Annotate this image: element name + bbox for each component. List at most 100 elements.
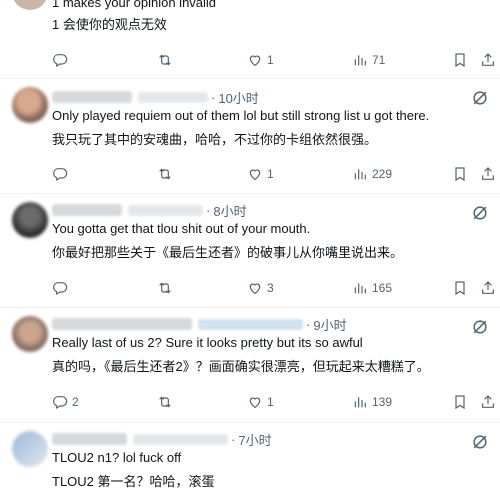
like-button[interactable]: 1: [247, 51, 274, 69]
reply-text-zh: 你最好把那些关于《最后生还者》的破事儿从你嘴里说出来。: [52, 245, 404, 260]
timestamp[interactable]: 7小时: [238, 430, 271, 449]
author-handle[interactable]: [198, 318, 303, 330]
reply-icon: [53, 54, 68, 68]
avatar[interactable]: [12, 0, 48, 10]
reply-text-en: Only played requiem out of them lol but …: [52, 108, 430, 123]
heart-icon: [249, 283, 261, 295]
views-button[interactable]: 165: [352, 279, 392, 297]
bookmark-button[interactable]: [452, 51, 468, 69]
heart-icon: [249, 55, 261, 67]
heart-icon: [249, 397, 261, 409]
like-button[interactable]: 1: [247, 165, 274, 183]
views-icon: [354, 169, 366, 180]
reply-partial[interactable]: 1 makes your opinion invalid 1 会使你的观点无效 …: [0, 0, 500, 70]
views-icon: [354, 283, 366, 294]
reply-text-en: Really last of us 2? Sure it looks prett…: [52, 335, 363, 350]
reply-button[interactable]: [52, 51, 68, 69]
reply-button[interactable]: 2: [52, 393, 79, 411]
reply-text-en: You gotta get that tlou shit out of your…: [52, 221, 311, 236]
author-name[interactable]: [52, 318, 192, 330]
reply-2[interactable]: · 8小时 You gotta get that tlou shit out o…: [0, 194, 500, 307]
bookmark-button[interactable]: [452, 393, 468, 411]
hide-reply-icon[interactable]: [470, 432, 490, 452]
views-button[interactable]: 139: [352, 393, 392, 411]
author-name[interactable]: [52, 91, 132, 103]
reply-1[interactable]: · 10小时 Only played requiem out of them l…: [0, 79, 500, 193]
action-bar: 3 165: [52, 279, 494, 297]
share-icon: [482, 167, 494, 180]
view-count: 71: [372, 53, 386, 67]
hide-reply-icon[interactable]: [470, 88, 490, 108]
retweet-button[interactable]: [157, 393, 173, 411]
view-count: 139: [372, 395, 393, 409]
like-button[interactable]: 1: [247, 393, 274, 411]
reply-text-en: 1 makes your opinion invalid: [52, 0, 217, 10]
share-icon: [482, 395, 494, 408]
author-line: · 8小时: [52, 200, 247, 220]
reply-icon: [53, 282, 68, 296]
share-button[interactable]: [480, 393, 496, 411]
reply-icon: [53, 396, 68, 410]
retweet-button[interactable]: [157, 165, 173, 183]
bookmark-button[interactable]: [452, 279, 468, 297]
share-button[interactable]: [480, 165, 496, 183]
author-name[interactable]: [52, 204, 122, 216]
author-line: · 10小时: [52, 87, 259, 107]
retweet-icon: [159, 54, 171, 66]
retweet-icon: [159, 396, 171, 408]
author-name[interactable]: [52, 433, 127, 445]
action-bar: 1 229: [52, 165, 494, 183]
reply-3[interactable]: · 9小时 Really last of us 2? Sure it looks…: [0, 308, 500, 422]
avatar[interactable]: [12, 202, 48, 238]
views-button[interactable]: 229: [352, 165, 392, 183]
share-button[interactable]: [480, 51, 496, 69]
timestamp[interactable]: 9小时: [313, 315, 346, 334]
views-button[interactable]: 71: [352, 51, 385, 69]
retweet-button[interactable]: [157, 279, 173, 297]
view-count: 229: [372, 167, 393, 181]
avatar[interactable]: [12, 431, 48, 467]
bookmark-icon: [455, 395, 465, 410]
reply-4[interactable]: · 7小时 TLOU2 n1? lol fuck off TLOU2 第一名？哈…: [0, 423, 500, 500]
views-icon: [354, 397, 366, 408]
view-count: 165: [372, 281, 393, 295]
action-bar: 1 71: [52, 51, 494, 69]
reply-button[interactable]: [52, 279, 68, 297]
author-line: · 7小时: [52, 429, 272, 449]
retweet-icon: [159, 168, 171, 180]
avatar[interactable]: [12, 87, 48, 123]
like-count: 3: [267, 281, 274, 295]
reply-text-zh: 我只玩了其中的安魂曲，哈哈，不过你的卡组依然很强。: [52, 132, 378, 147]
retweet-icon: [159, 282, 171, 294]
heart-icon: [249, 169, 261, 181]
share-icon: [482, 281, 494, 294]
like-count: 1: [267, 395, 274, 409]
like-count: 1: [267, 53, 274, 67]
author-handle[interactable]: [128, 204, 203, 216]
bookmark-icon: [455, 281, 465, 296]
action-bar: 2 1 139: [52, 393, 494, 411]
author-handle[interactable]: [138, 91, 208, 103]
reply-text-zh: TLOU2 第一名？哈哈，滚蛋: [52, 474, 215, 489]
reply-count: 2: [72, 395, 79, 409]
hide-reply-icon[interactable]: [470, 203, 490, 223]
avatar[interactable]: [12, 316, 48, 352]
bookmark-icon: [455, 53, 465, 68]
reply-button[interactable]: [52, 165, 68, 183]
author-line: · 9小时: [52, 314, 347, 334]
bookmark-button[interactable]: [452, 165, 468, 183]
reply-text-zh: 真的吗，《最后生还者2》？画面确实很漂亮，但玩起来太糟糕了。: [52, 359, 430, 374]
hide-reply-icon[interactable]: [470, 317, 490, 337]
reply-icon: [53, 168, 68, 182]
reply-text-zh: 1 会使你的观点无效: [52, 17, 167, 32]
share-button[interactable]: [480, 279, 496, 297]
like-button[interactable]: 3: [247, 279, 274, 297]
timestamp[interactable]: 10小时: [218, 88, 258, 107]
timestamp[interactable]: 8小时: [213, 201, 246, 220]
retweet-button[interactable]: [157, 51, 173, 69]
reply-text-en: TLOU2 n1? lol fuck off: [52, 450, 182, 465]
like-count: 1: [267, 167, 274, 181]
share-icon: [482, 53, 494, 66]
author-handle[interactable]: [133, 433, 228, 445]
views-icon: [354, 55, 366, 66]
